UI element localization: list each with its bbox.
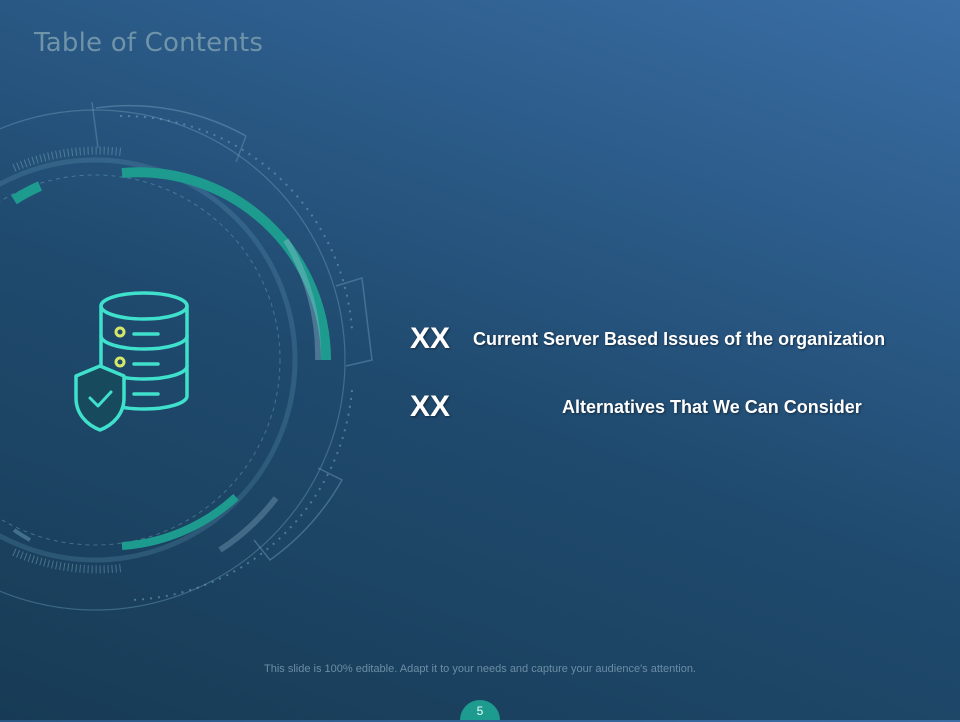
footer-note: This slide is 100% editable. Adapt it to…	[264, 663, 696, 675]
shield-check-icon	[74, 364, 126, 432]
toc-item-number: XX	[410, 322, 451, 355]
slide-title: Table of Contents	[34, 28, 264, 58]
toc-item-2: XX Alternatives That We Can Consider	[410, 388, 940, 428]
page-number-badge: 5	[460, 700, 500, 720]
toc-item-1: XX Current Server Based Issues of the or…	[410, 320, 940, 360]
toc-item-number: XX	[410, 390, 451, 423]
toc-item-label: Current Server Based Issues of the organ…	[473, 329, 886, 349]
toc-item-label: Alternatives That We Can Consider	[562, 397, 862, 417]
